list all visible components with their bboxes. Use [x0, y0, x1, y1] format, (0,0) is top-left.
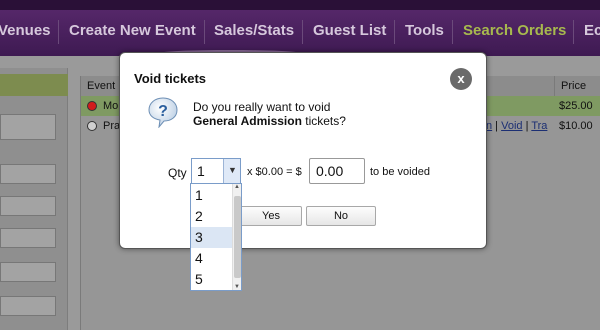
message-suffix: tickets?: [301, 114, 346, 128]
event-name: Pra: [103, 120, 121, 132]
nav-divider: [394, 20, 395, 44]
column-header-event[interactable]: Event: [81, 76, 121, 96]
nav-item-sales-stats[interactable]: Sales/Stats: [214, 22, 294, 39]
scroll-down-icon[interactable]: ▼: [234, 284, 240, 290]
price-value: $25.00: [559, 100, 593, 112]
dialog-title: Void tickets: [134, 71, 207, 86]
nav-divider: [452, 20, 453, 44]
nav-divider: [302, 20, 303, 44]
qty-select[interactable]: 1 ▼: [191, 158, 241, 184]
qty-option[interactable]: 5: [191, 269, 232, 290]
void-link[interactable]: Void: [501, 120, 522, 132]
no-button[interactable]: No: [306, 206, 376, 226]
qty-option[interactable]: 4: [191, 248, 232, 269]
left-filter-panel: [0, 68, 68, 330]
yes-button[interactable]: Yes: [240, 206, 302, 226]
qty-option[interactable]: 1: [191, 185, 232, 206]
dropdown-scrollbar[interactable]: ▲ ▼: [232, 184, 241, 290]
nav-item-ec[interactable]: Ec: [584, 22, 600, 39]
status-dot-icon: [87, 121, 97, 131]
nav-item-venues[interactable]: Venues: [0, 22, 51, 39]
scroll-up-icon[interactable]: ▲: [234, 184, 240, 190]
svg-text:?: ?: [158, 103, 168, 120]
amount-input[interactable]: [309, 158, 365, 184]
filter-input[interactable]: [0, 296, 56, 316]
filter-input[interactable]: [0, 196, 56, 216]
qty-label: Qty: [168, 166, 187, 180]
void-tickets-dialog: Void tickets x ? Do you really want to v…: [119, 52, 487, 249]
chevron-down-icon[interactable]: ▼: [223, 159, 240, 183]
top-navigation: Venues Create New Event Sales/Stats Gues…: [0, 0, 600, 56]
nav-item-create-new-event[interactable]: Create New Event: [69, 22, 196, 39]
to-be-voided-label: to be voided: [370, 166, 430, 178]
nav-divider: [58, 20, 59, 44]
close-icon[interactable]: x: [450, 68, 472, 90]
question-icon: ?: [148, 97, 178, 128]
message-line: Do you really want to void: [193, 100, 331, 114]
nav-item-tools[interactable]: Tools: [405, 22, 444, 39]
filter-input[interactable]: [0, 164, 56, 184]
qty-option-highlighted[interactable]: 3: [191, 227, 232, 248]
price-multiplier-text: x $0.00 = $: [247, 166, 302, 178]
qty-dropdown-list[interactable]: 1 2 3 4 5 ▲ ▼: [190, 183, 242, 291]
left-panel-header: [0, 74, 68, 96]
transfer-link[interactable]: Tra: [531, 120, 547, 132]
price-value: $10.00: [559, 120, 593, 132]
nav-item-guest-list[interactable]: Guest List: [313, 22, 386, 39]
ticket-type: General Admission: [193, 114, 302, 128]
nav-divider: [204, 20, 205, 44]
column-header-price[interactable]: Price: [555, 76, 600, 96]
event-name: Mo: [103, 100, 119, 112]
nav-divider: [573, 20, 574, 44]
filter-input[interactable]: [0, 228, 56, 248]
filter-input[interactable]: [0, 262, 56, 282]
dialog-message: Do you really want to void General Admis…: [193, 100, 346, 128]
filter-select[interactable]: [0, 114, 56, 140]
qty-selected-value: 1: [197, 163, 205, 179]
qty-option[interactable]: 2: [191, 206, 232, 227]
scrollbar-thumb[interactable]: [234, 196, 241, 278]
nav-top-strip: [0, 0, 600, 10]
nav-item-search-orders[interactable]: Search Orders: [463, 22, 566, 39]
row-actions: n | Void | Tra: [486, 120, 548, 132]
status-dot-icon: [87, 101, 97, 111]
